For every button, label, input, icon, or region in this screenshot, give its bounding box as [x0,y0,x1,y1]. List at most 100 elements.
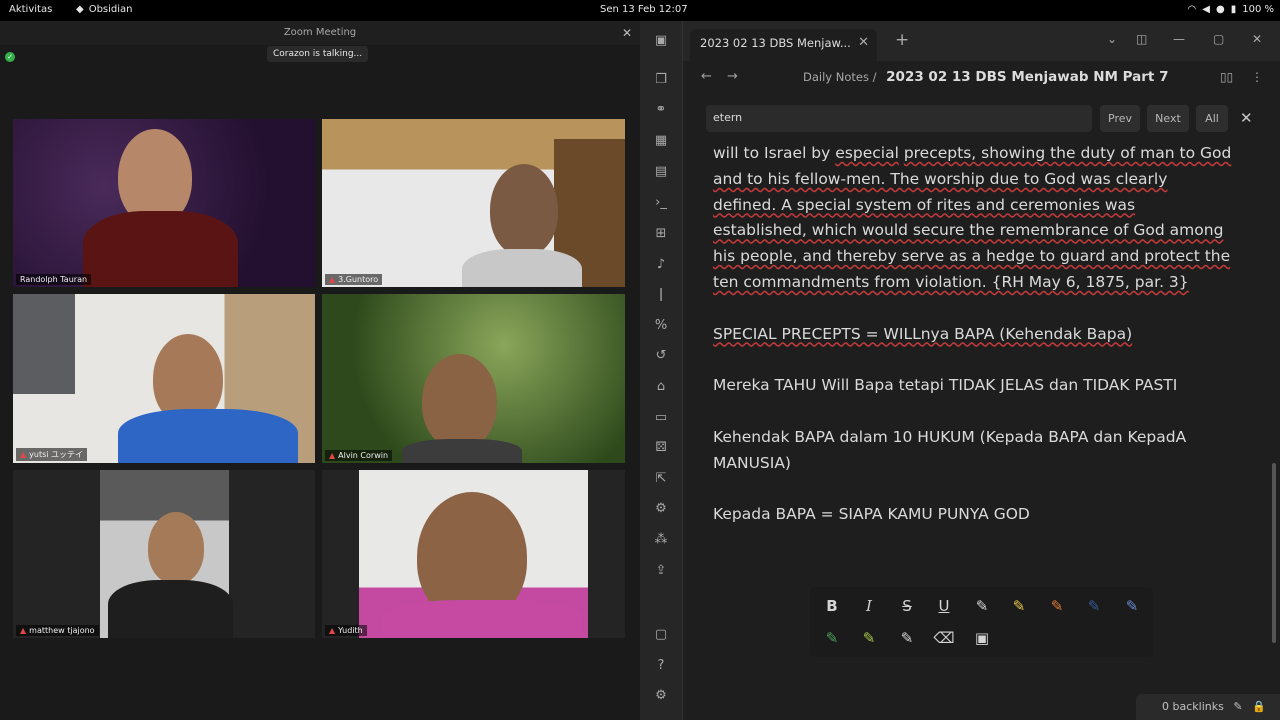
participant-video [490,164,558,256]
back-arrow-icon[interactable]: ← [701,69,712,84]
participant-video [422,354,497,449]
note-line: Kehendak BAPA dalam 10 HUKUM (Kepada BAP… [713,425,1233,477]
graph-icon[interactable]: ⚭ [652,101,670,119]
mic-muted-icon: ▲ [329,275,336,284]
home-icon[interactable]: ⌂ [652,378,670,396]
percent-icon[interactable]: % [652,317,670,335]
minimize-icon[interactable]: — [1173,32,1185,46]
highlight-navy-icon[interactable]: ✎ [1083,595,1105,617]
participant-video [118,409,298,463]
highlight-blue-icon[interactable]: ✎ [1121,595,1143,617]
text-run: Mereka TAHU Will Bapa tetapi TIDAK JELAS… [713,376,1178,395]
note-editor[interactable]: will to Israel by especial precepts, sho… [713,141,1233,554]
highlight-yellow-icon[interactable]: ✎ [1008,595,1030,617]
edit-pencil-icon[interactable]: ✎ [1233,700,1242,713]
note-title[interactable]: 2023 02 13 DBS Menjawab NM Part 7 [886,69,1168,85]
maximize-icon[interactable]: ▢ [1213,32,1224,46]
grid-icon[interactable]: ▦ [652,132,670,150]
video-tile[interactable]: ▲ yutsi ユッテイ [13,294,315,463]
left-ribbon: ▣ ❐ ⚭ ▦ ▤ ›_ ⊞ ♪ ǀ % ↺ ⌂ ▭ ⚄ ⇱ ⚙ ⁂ ⇪ ▢ ?… [640,21,683,720]
scrollbar[interactable] [1272,463,1276,643]
highlight-lime-icon[interactable]: ✎ [858,627,880,649]
search-input[interactable]: etern [706,105,1092,132]
obsidian-icon: ◆ [76,4,84,15]
video-tile[interactable]: ▲ Yudith [322,470,625,638]
help-icon[interactable]: ? [652,657,670,675]
system-tray[interactable]: ◠ ◀ ● ▮ 100 % [1188,4,1274,15]
dice-icon[interactable]: ⚄ [652,439,670,457]
zoom-title: Zoom Meeting [283,27,357,38]
video-tile[interactable]: ▲ matthew tjajono [13,470,315,638]
text-run: Kepada BAPA = SIAPA KAMU PUNYA GOD [713,505,1030,524]
note-tab[interactable]: 2023 02 13 DBS Menjaw... ✕ [690,29,877,61]
participant-name: ▲ matthew tjajono [16,625,99,636]
video-tile[interactable]: Randolph Tauran [13,119,315,287]
export-icon[interactable]: ⇱ [652,470,670,488]
next-button[interactable]: Next [1147,105,1189,132]
video-tile[interactable]: ▲ 3.Guntoro [322,119,625,287]
terminal-icon[interactable]: ›_ [652,194,670,212]
window-close-icon[interactable]: ✕ [1252,32,1262,46]
close-icon[interactable]: ✕ [622,21,632,45]
zoom-titlebar: Zoom Meeting ✕ [0,21,640,45]
new-tab-icon[interactable]: + [895,30,909,50]
all-button[interactable]: All [1196,105,1228,132]
participant-video [108,580,233,638]
chevron-down-icon[interactable]: ⌄ [1107,32,1117,46]
mic-muted-icon: ▲ [329,626,336,635]
vault-icon[interactable]: ▢ [652,626,670,644]
view-header: ← → Daily Notes / 2023 02 13 DBS Menjawa… [683,61,1280,93]
microphone-icon[interactable]: ♪ [652,256,670,274]
lock-icon[interactable]: 🔒 [1252,700,1266,713]
text-run: precepts, showing the duty of man to God… [713,144,1232,291]
italic-icon[interactable]: I [858,595,880,617]
breadcrumb-folder[interactable]: Daily Notes [803,70,869,84]
card-icon[interactable]: ▭ [652,409,670,427]
participant-video [382,600,582,638]
strikethrough-icon[interactable]: S [896,595,918,617]
thermometer-icon[interactable]: ǀ [652,286,670,304]
underline-icon[interactable]: U [933,595,955,617]
file-icon[interactable]: ❐ [652,71,670,89]
upload-icon[interactable]: ⇪ [652,562,670,580]
cubes-icon[interactable]: ⁂ [652,531,670,549]
backlinks-status[interactable]: 0 backlinks ✎ 🔒 [1136,694,1280,720]
close-tab-icon[interactable]: ✕ [858,35,869,50]
battery-level: 100 % [1242,4,1274,15]
tab-title: 2023 02 13 DBS Menjaw... [700,36,851,50]
tab-bar: 2023 02 13 DBS Menjaw... ✕ + ⌄ ◫ — ▢ ✕ [683,21,1280,61]
settings-gear-icon[interactable]: ⚙ [652,687,670,705]
close-search-icon[interactable]: ✕ [1240,109,1253,127]
highlight-white-icon[interactable]: ✎ [896,627,918,649]
shield-icon[interactable]: ✓ [5,52,15,62]
forward-arrow-icon[interactable]: → [727,69,738,84]
highlight-green-icon[interactable]: ✎ [821,627,843,649]
insert-template-icon[interactable]: ⊞ [652,225,670,243]
app-menu[interactable]: ◆ Obsidian [76,4,133,15]
comment-icon[interactable]: ▣ [971,627,993,649]
eraser-icon[interactable]: ⌫ [933,627,955,649]
calendar-icon[interactable]: ▤ [652,163,670,181]
bold-icon[interactable]: B [821,595,843,617]
undo-icon[interactable]: ↺ [652,347,670,365]
zoom-window: Zoom Meeting ✕ Corazon is talking... ✓ R… [0,21,640,720]
clock[interactable]: Sen 13 Feb 12:07 [600,4,688,15]
video-tile[interactable]: ▲ Alvin Corwin [322,294,625,463]
text-run: will to Israel by [713,144,831,162]
participant-name: ▲ 3.Guntoro [325,274,383,285]
more-options-icon[interactable]: ⋮ [1251,70,1263,84]
sidebar-right-icon[interactable]: ◫ [1136,32,1147,46]
mic-muted-icon: ▲ [20,450,27,459]
highlight-red-icon[interactable]: ✎ [971,595,993,617]
highlight-orange-icon[interactable]: ✎ [1046,595,1068,617]
plugin-icon[interactable]: ⚙ [652,500,670,518]
text-run: SPECIAL PRECEPTS = WILLnya BAPA (Kehenda… [713,324,1133,343]
obsidian-window: ▣ ❐ ⚭ ▦ ▤ ›_ ⊞ ♪ ǀ % ↺ ⌂ ▭ ⚄ ⇱ ⚙ ⁂ ⇪ ▢ ?… [640,21,1280,720]
mic-muted-icon: ▲ [20,626,27,635]
activities-button[interactable]: Aktivitas [9,4,52,15]
note-paragraph: will to Israel by especial precepts, sho… [713,141,1233,296]
participant-name: ▲ Yudith [325,625,367,636]
reading-view-icon[interactable]: ▯▯ [1220,70,1233,84]
sidebar-toggle-icon[interactable]: ▣ [652,32,670,50]
prev-button[interactable]: Prev [1100,105,1140,132]
